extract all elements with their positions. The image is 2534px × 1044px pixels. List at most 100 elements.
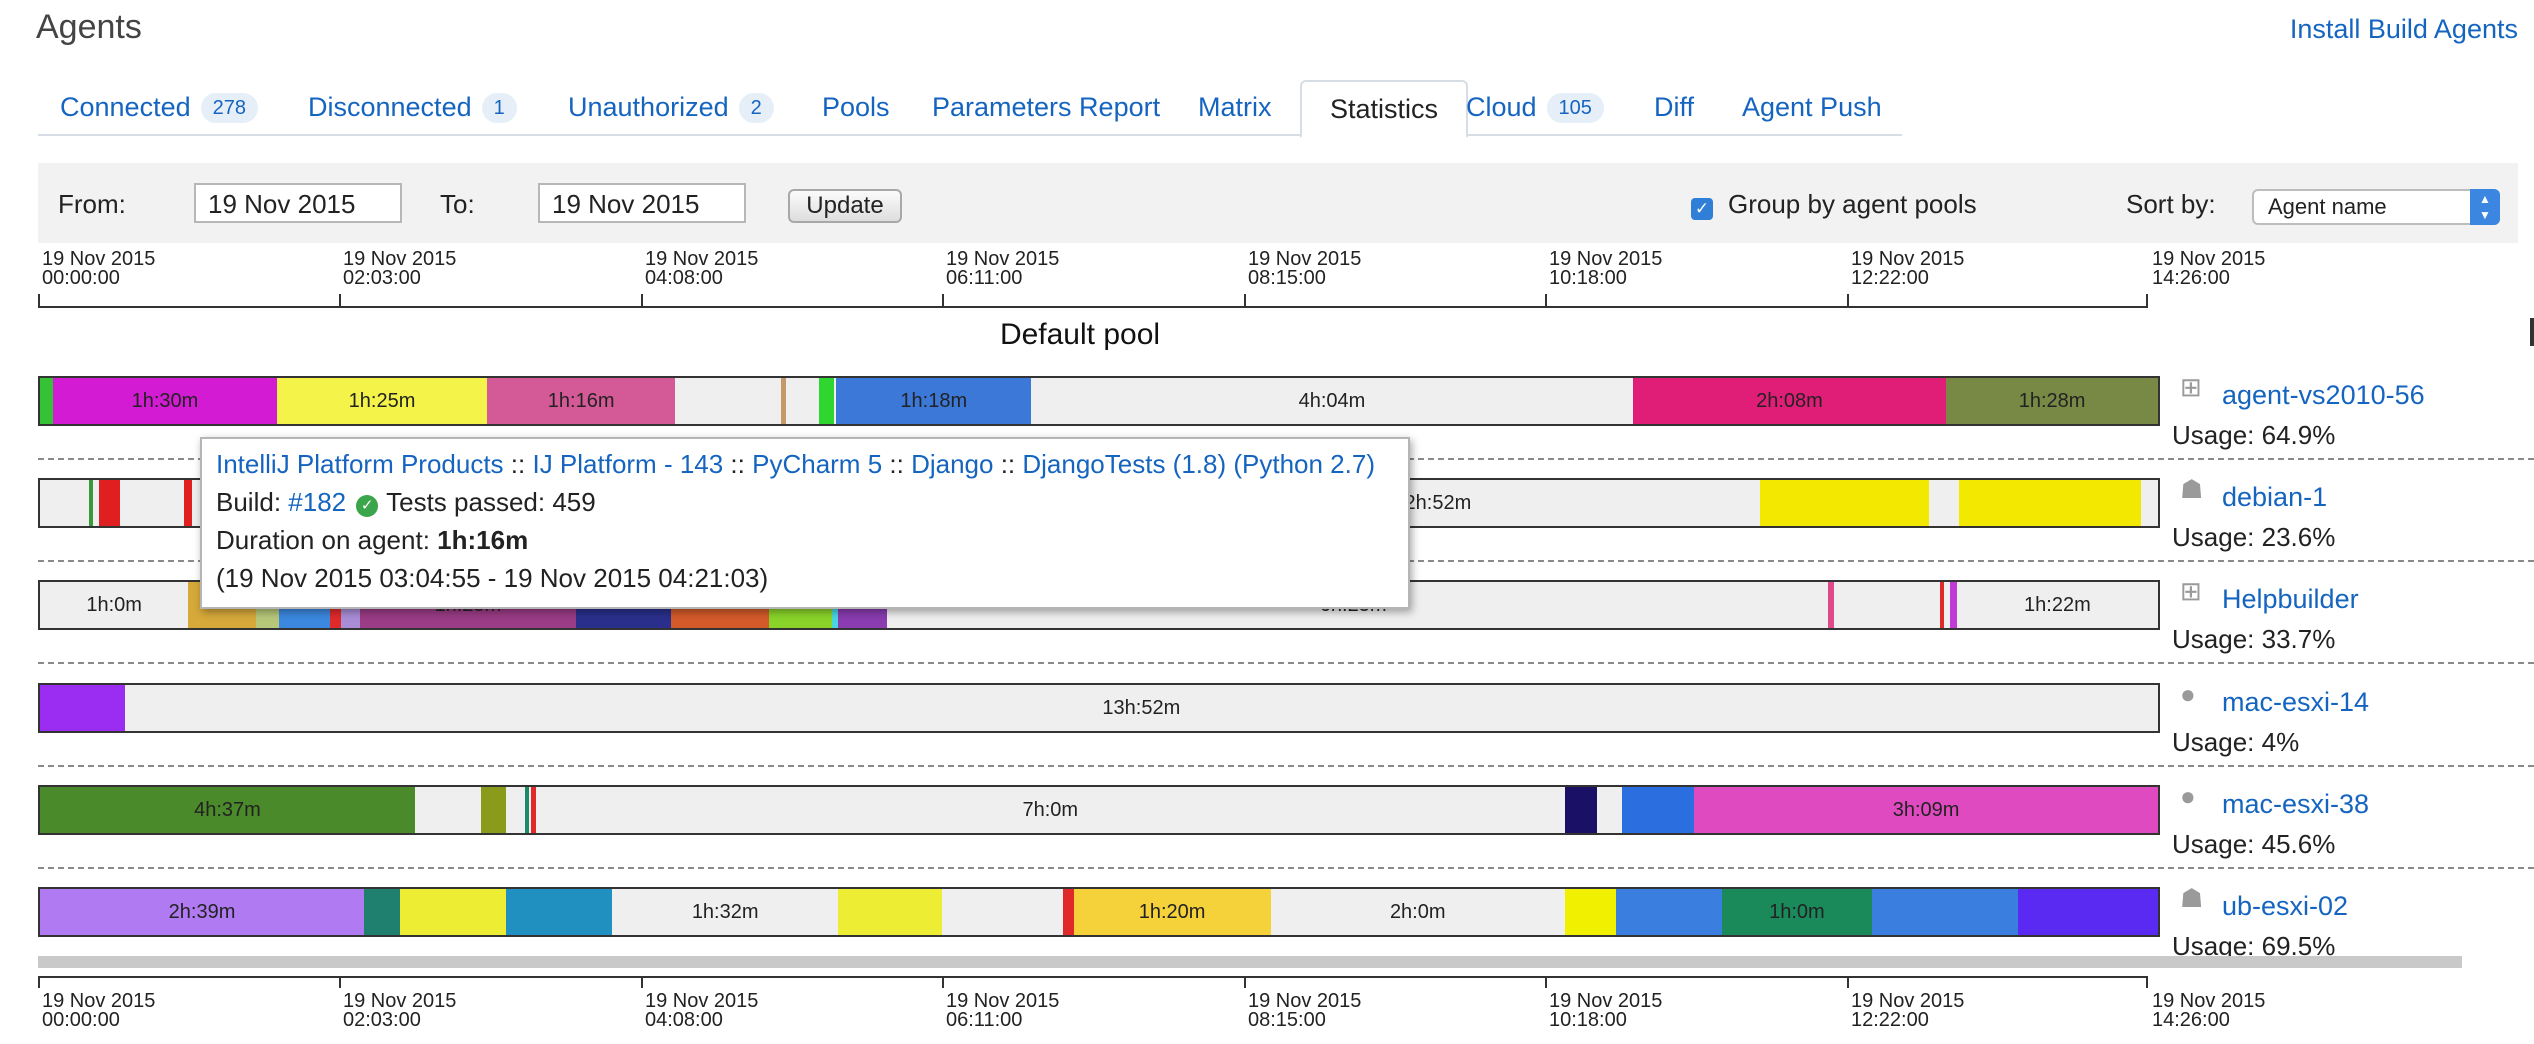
- build-segment[interactable]: [781, 378, 786, 424]
- tooltip-path-link-4[interactable]: DjangoTests (1.8) (Python 2.7): [1022, 449, 1375, 479]
- tooltip-path-link-2[interactable]: PyCharm 5: [752, 449, 882, 479]
- build-segment[interactable]: [40, 378, 53, 424]
- axis-tick-label: 19 Nov 2015 06:11:00: [946, 249, 1059, 288]
- build-segment[interactable]: [1615, 889, 1722, 935]
- build-segment[interactable]: 1h:0m: [40, 582, 189, 628]
- axis-line: [38, 976, 2148, 978]
- tooltip-tests-status: Tests passed: 459: [386, 487, 596, 517]
- build-segment[interactable]: [1062, 889, 1074, 935]
- group-by-pools-checkbox[interactable]: ✓: [1691, 198, 1713, 220]
- agent-name-link[interactable]: mac-esxi-14: [2222, 687, 2369, 718]
- build-segment[interactable]: [40, 685, 125, 731]
- to-date-input[interactable]: 19 Nov 2015: [538, 183, 746, 223]
- build-segment[interactable]: [400, 889, 506, 935]
- build-segment[interactable]: 1h:30m: [52, 378, 278, 424]
- build-segment[interactable]: 1h:16m: [486, 378, 676, 424]
- agent-timeline-bar: 4h:37m 7h:0m 3h:09m: [38, 785, 2160, 835]
- build-segment[interactable]: 1h:20m: [1073, 889, 1271, 935]
- tooltip-separator: ::: [503, 449, 533, 479]
- tooltip-duration-line: Duration on agent: 1h:16m: [216, 525, 528, 556]
- from-date-input[interactable]: 19 Nov 2015: [194, 183, 402, 223]
- build-segment[interactable]: 1h:25m: [277, 378, 487, 424]
- build-segment[interactable]: [1759, 480, 1930, 526]
- apple-icon: ●: [2180, 679, 2196, 709]
- axis-tick-label: 19 Nov 2015 08:15:00: [1248, 249, 1361, 288]
- tick-time: 14:26:00: [2152, 267, 2230, 289]
- build-segment[interactable]: [1939, 582, 1945, 628]
- agent-usage: Usage: 64.9%: [2172, 420, 2336, 450]
- axis-tick-label: 19 Nov 2015 06:11:00: [946, 991, 1059, 1030]
- build-segment[interactable]: [1622, 787, 1695, 833]
- timeline-axis-top: 19 Nov 2015 00:00:00 19 Nov 2015 02:03:00 19…: [38, 249, 2265, 310]
- axis-tick-label: 19 Nov 2015 00:00:00: [42, 249, 155, 288]
- build-segment[interactable]: [1958, 480, 2142, 526]
- agent-name-link[interactable]: Helpbuilder: [2222, 584, 2359, 615]
- build-tooltip: IntelliJ Platform Products :: IJ Platfor…: [200, 437, 1410, 609]
- build-segment[interactable]: 1h:18m: [836, 378, 1032, 424]
- tab-diff[interactable]: Diff: [1654, 80, 1694, 134]
- tooltip-path-link-0[interactable]: IntelliJ Platform Products: [216, 449, 504, 479]
- axis-line: [38, 306, 2148, 308]
- build-segment[interactable]: 1h:28m: [1946, 378, 2158, 424]
- install-build-agents-link[interactable]: Install Build Agents: [2290, 14, 2518, 45]
- success-check-icon: ✓: [356, 495, 379, 517]
- build-segment[interactable]: [364, 889, 401, 935]
- tab-agent-push[interactable]: Agent Push: [1742, 80, 1882, 134]
- tooltip-path-link-3[interactable]: Django: [911, 449, 993, 479]
- build-segment[interactable]: [819, 378, 835, 424]
- build-segment[interactable]: 4h:04m: [1031, 378, 1633, 424]
- axis-tick: [1545, 976, 1547, 988]
- agent-name-link[interactable]: agent-vs2010-56: [2222, 380, 2425, 411]
- build-segment[interactable]: [184, 480, 193, 526]
- axis-tick: [339, 976, 341, 988]
- build-segment[interactable]: [1564, 787, 1597, 833]
- build-segment[interactable]: 2h:39m: [40, 889, 365, 935]
- build-segment[interactable]: 1h:32m: [611, 889, 839, 935]
- tab-disconnected[interactable]: Disconnected 1: [308, 80, 517, 134]
- build-segment[interactable]: [1827, 582, 1834, 628]
- tab-connected[interactable]: Connected 278: [60, 80, 258, 134]
- build-segment[interactable]: 3h:09m: [1694, 787, 2158, 833]
- build-segment[interactable]: [480, 787, 506, 833]
- sort-by-select[interactable]: Agent name ▲ ▼: [2252, 189, 2500, 225]
- agent-name-link[interactable]: debian-1: [2222, 482, 2327, 513]
- build-segment[interactable]: [1564, 889, 1616, 935]
- build-segment[interactable]: [838, 889, 943, 935]
- build-segment[interactable]: 1h:22m: [1956, 582, 2158, 628]
- build-segment[interactable]: 1h:0m: [1721, 889, 1873, 935]
- horizontal-scrollbar[interactable]: [38, 956, 2462, 968]
- agent-usage: Usage: 33.7%: [2172, 624, 2336, 654]
- tab-parameters-report[interactable]: Parameters Report: [932, 80, 1160, 134]
- tab-unauthorized[interactable]: Unauthorized 2: [568, 80, 774, 134]
- agent-usage: Usage: 4%: [2172, 727, 2300, 757]
- tab-matrix[interactable]: Matrix: [1198, 80, 1272, 134]
- build-segment[interactable]: 2h:08m: [1632, 378, 1947, 424]
- page-title: Agents: [36, 8, 142, 46]
- update-button[interactable]: Update: [788, 189, 902, 223]
- build-segment[interactable]: [2018, 889, 2158, 935]
- right-edge-marker: [2530, 318, 2534, 346]
- build-segment[interactable]: [88, 480, 93, 526]
- tab-statistics[interactable]: Statistics: [1300, 80, 1469, 138]
- tick-time: 12:22:00: [1851, 267, 1929, 289]
- agent-name-link[interactable]: ub-esxi-02: [2222, 891, 2348, 922]
- build-segment[interactable]: 7h:0m: [535, 787, 1565, 833]
- tick-time: 02:03:00: [343, 267, 421, 289]
- tab-pools[interactable]: Pools: [822, 80, 890, 134]
- tab-cloud[interactable]: Cloud 105: [1466, 80, 1604, 134]
- build-segment[interactable]: [99, 480, 121, 526]
- axis-tick-label: 19 Nov 2015 14:26:00: [2152, 991, 2265, 1030]
- build-segment[interactable]: [1872, 889, 2019, 935]
- axis-tick-label: 19 Nov 2015 02:03:00: [343, 249, 456, 289]
- tooltip-path-link-1[interactable]: IJ Platform - 143: [532, 449, 723, 479]
- build-segment[interactable]: 13h:52m: [124, 685, 2158, 731]
- agent-name-link[interactable]: mac-esxi-38: [2222, 789, 2369, 820]
- axis-tick-label: 19 Nov 2015 12:22:00: [1851, 991, 1964, 1030]
- build-segment[interactable]: 4h:37m: [40, 787, 415, 833]
- build-segment[interactable]: [505, 889, 612, 935]
- build-segment[interactable]: [525, 787, 530, 833]
- axis-tick: [38, 294, 40, 306]
- build-segment[interactable]: 2h:0m: [1270, 889, 1565, 935]
- row-divider: [38, 765, 2534, 767]
- tooltip-build-number-link[interactable]: #182: [288, 487, 346, 517]
